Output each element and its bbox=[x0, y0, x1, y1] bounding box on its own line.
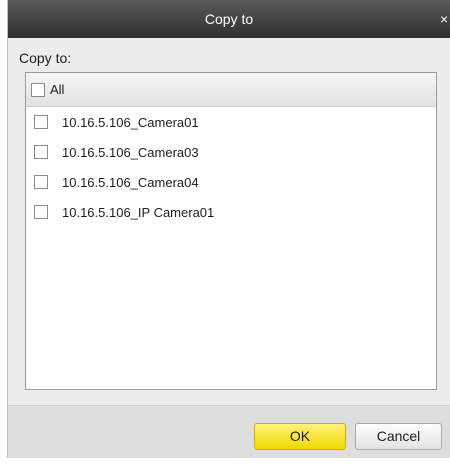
cancel-button[interactable]: Cancel bbox=[355, 423, 442, 450]
camera-checkbox[interactable] bbox=[34, 115, 48, 129]
titlebar: Copy to × bbox=[8, 0, 450, 38]
dialog-footer: OK Cancel bbox=[8, 405, 450, 458]
select-all-row[interactable]: All bbox=[26, 73, 436, 107]
ok-button[interactable]: OK bbox=[254, 423, 346, 450]
camera-label: 10.16.5.106_IP Camera01 bbox=[62, 204, 215, 220]
camera-label: 10.16.5.106_Camera01 bbox=[62, 114, 199, 130]
select-all-checkbox[interactable] bbox=[31, 82, 45, 97]
select-all-label: All bbox=[50, 82, 65, 97]
camera-list: All 10.16.5.106_Camera01 10.16.5.106_Cam… bbox=[25, 72, 437, 390]
camera-label: 10.16.5.106_Camera03 bbox=[62, 144, 199, 160]
camera-checkbox[interactable] bbox=[34, 205, 48, 219]
list-item[interactable]: 10.16.5.106_Camera03 bbox=[26, 137, 436, 167]
list-item[interactable]: 10.16.5.106_IP Camera01 bbox=[26, 197, 436, 227]
camera-checkbox[interactable] bbox=[34, 145, 48, 159]
dialog-title: Copy to bbox=[204, 11, 254, 27]
list-item[interactable]: 10.16.5.106_Camera01 bbox=[26, 107, 436, 137]
copy-to-dialog: Copy to × Copy to: All 10.16.5.106_Camer… bbox=[7, 0, 450, 458]
copy-to-label: Copy to: bbox=[19, 50, 72, 66]
camera-checkbox[interactable] bbox=[34, 175, 48, 189]
list-item[interactable]: 10.16.5.106_Camera04 bbox=[26, 167, 436, 197]
close-icon[interactable]: × bbox=[440, 11, 450, 27]
camera-label: 10.16.5.106_Camera04 bbox=[62, 174, 199, 190]
